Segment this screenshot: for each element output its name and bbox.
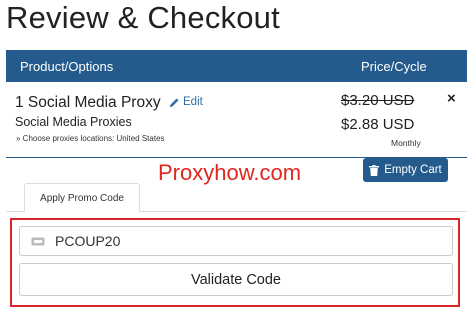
pencil-icon xyxy=(169,97,179,107)
cart-item-row: 1 Social Media Proxy Edit Social Media P… xyxy=(6,82,467,158)
discounted-price: $2.88 USD xyxy=(341,116,415,133)
billing-cycle: Monthly xyxy=(391,138,421,148)
validate-code-button[interactable]: Validate Code xyxy=(19,263,453,296)
empty-cart-label: Empty Cart xyxy=(384,164,442,176)
item-name: 1 Social Media Proxy xyxy=(15,94,161,111)
original-price: $3.20 USD xyxy=(341,92,415,109)
close-icon[interactable]: × xyxy=(447,90,456,107)
edit-label: Edit xyxy=(183,96,203,108)
cart-table-header: Product/Options Price/Cycle xyxy=(6,50,467,82)
trash-icon xyxy=(369,164,380,176)
promo-code-input[interactable] xyxy=(55,233,435,249)
product-column-header: Product/Options xyxy=(20,59,114,74)
tab-apply-promo-code[interactable]: Apply Promo Code xyxy=(24,183,140,212)
empty-cart-button[interactable]: Empty Cart xyxy=(363,158,448,182)
watermark-text: Proxyhow.com xyxy=(158,160,302,185)
promo-code-field[interactable] xyxy=(19,226,453,256)
item-option: » Choose proxies locations: United State… xyxy=(16,134,165,143)
page-title: Review & Checkout xyxy=(6,0,280,35)
edit-item-link[interactable]: Edit xyxy=(169,96,203,108)
ticket-icon xyxy=(31,237,45,245)
price-column-header: Price/Cycle xyxy=(361,59,427,74)
item-product-group: Social Media Proxies xyxy=(15,115,132,129)
